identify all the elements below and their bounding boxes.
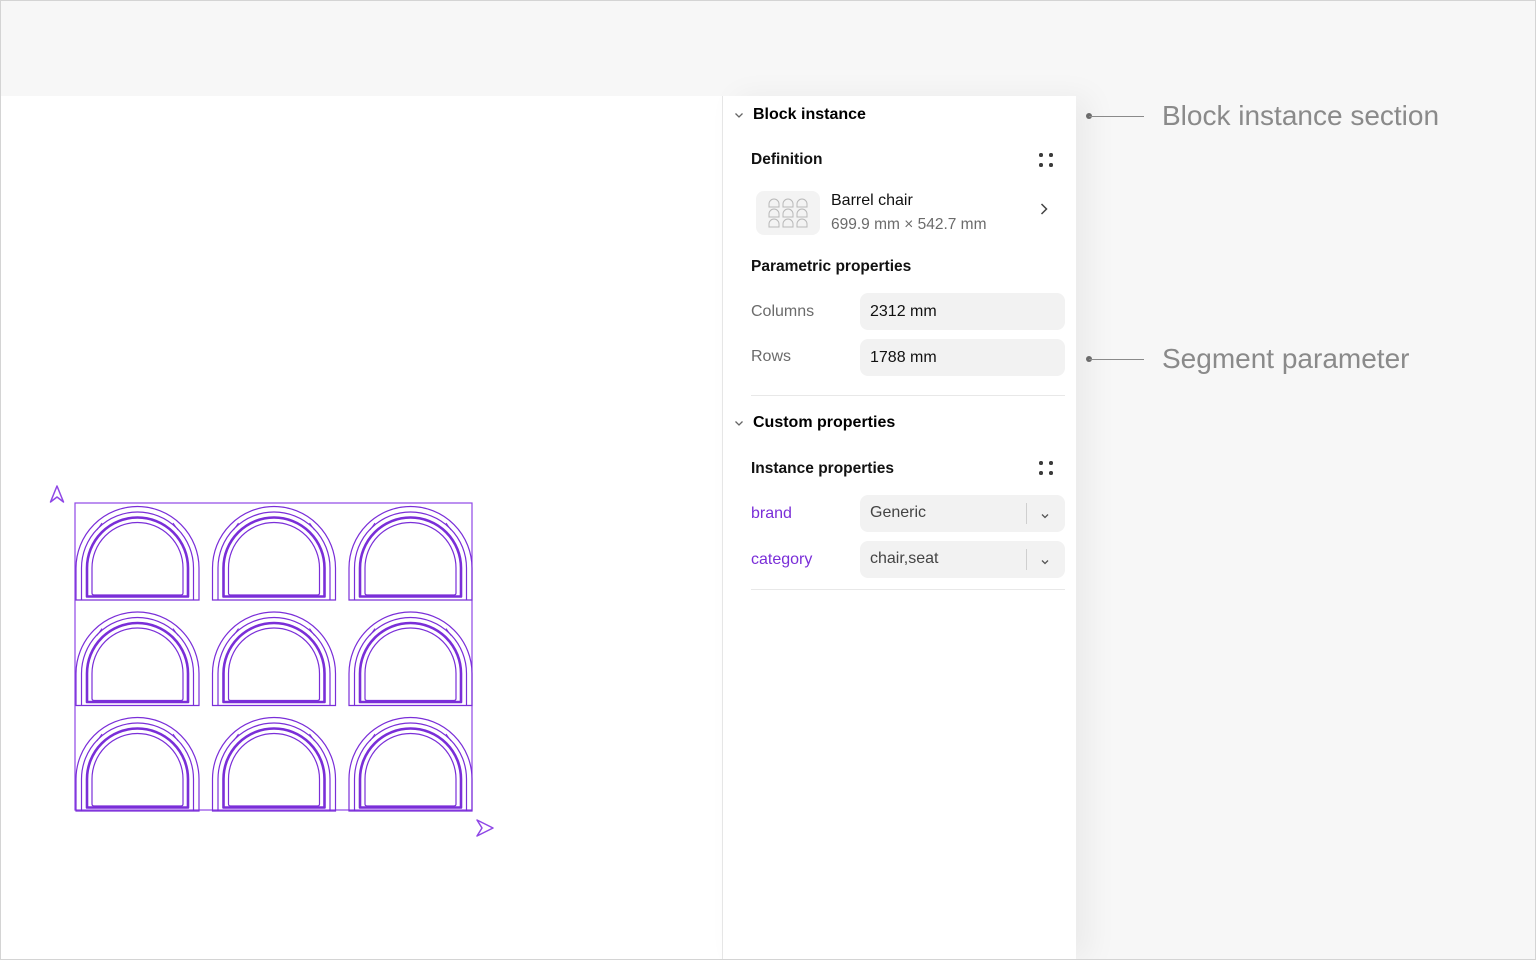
category-select[interactable]: chair,seat <box>860 541 1065 578</box>
prop-label-category: category <box>751 551 813 568</box>
select-separator <box>1026 503 1027 524</box>
chair-instance <box>74 505 201 602</box>
chair-instance <box>347 610 474 707</box>
chevron-right-icon[interactable] <box>1039 202 1049 221</box>
brand-select[interactable]: Generic <box>860 495 1065 532</box>
block-instance-header[interactable]: Block instance <box>723 97 866 133</box>
definition-label: Definition <box>751 151 823 168</box>
brand-select-value: Generic <box>870 504 927 521</box>
select-separator <box>1026 549 1027 570</box>
divider <box>751 395 1065 396</box>
chair-instance <box>211 610 337 707</box>
divider <box>751 589 1065 590</box>
selection-bounding-box[interactable] <box>74 502 473 811</box>
definition-name: Barrel chair <box>831 192 913 209</box>
category-select-value: chair,seat <box>870 550 939 567</box>
annotation-leader-line <box>1086 111 1144 121</box>
annotation-segment-parameter: Segment parameter <box>1086 343 1409 375</box>
columns-input[interactable] <box>860 293 1065 330</box>
chair-instance <box>211 716 337 813</box>
definition-size: 699.9 mm × 542.7 mm <box>831 216 987 233</box>
instance-properties-label: Instance properties <box>751 460 894 477</box>
chair-grid <box>74 505 474 813</box>
end-arrow-icon[interactable] <box>476 819 494 837</box>
chevron-down-icon[interactable] <box>1040 553 1050 571</box>
custom-properties-header[interactable]: Custom properties <box>723 405 895 441</box>
chevron-down-icon[interactable] <box>723 420 753 427</box>
param-label-rows: Rows <box>751 348 792 365</box>
section-title: Custom properties <box>753 414 896 431</box>
chair-instance <box>74 610 201 707</box>
annotation-block-instance-section: Block instance section <box>1086 100 1439 132</box>
canvas[interactable] <box>0 96 722 960</box>
chevron-down-icon[interactable] <box>723 112 753 119</box>
annotation-label: Block instance section <box>1162 100 1440 131</box>
parametric-properties-label: Parametric properties <box>751 258 912 275</box>
start-arrow-icon[interactable] <box>49 485 65 503</box>
definition-item[interactable]: Barrel chair 699.9 mm × 542.7 mm <box>751 188 1067 240</box>
chair-instance <box>347 505 474 602</box>
param-label-columns: Columns <box>751 303 815 320</box>
chair-instance <box>74 716 201 813</box>
section-title: Block instance <box>753 106 866 123</box>
chair-instance <box>347 716 474 813</box>
rows-input[interactable] <box>860 339 1065 376</box>
annotation-leader-line <box>1086 354 1144 364</box>
more-options-icon[interactable] <box>1033 147 1059 173</box>
chevron-down-icon[interactable] <box>1040 507 1050 525</box>
more-options-icon[interactable] <box>1033 455 1059 481</box>
properties-panel: Block instance Definition Barrel chair 6… <box>722 96 1076 960</box>
block-thumbnail <box>756 191 820 235</box>
chair-array-drawing[interactable] <box>0 96 722 960</box>
prop-label-brand: brand <box>751 505 792 522</box>
annotation-label: Segment parameter <box>1162 343 1410 374</box>
chair-instance <box>211 505 337 602</box>
